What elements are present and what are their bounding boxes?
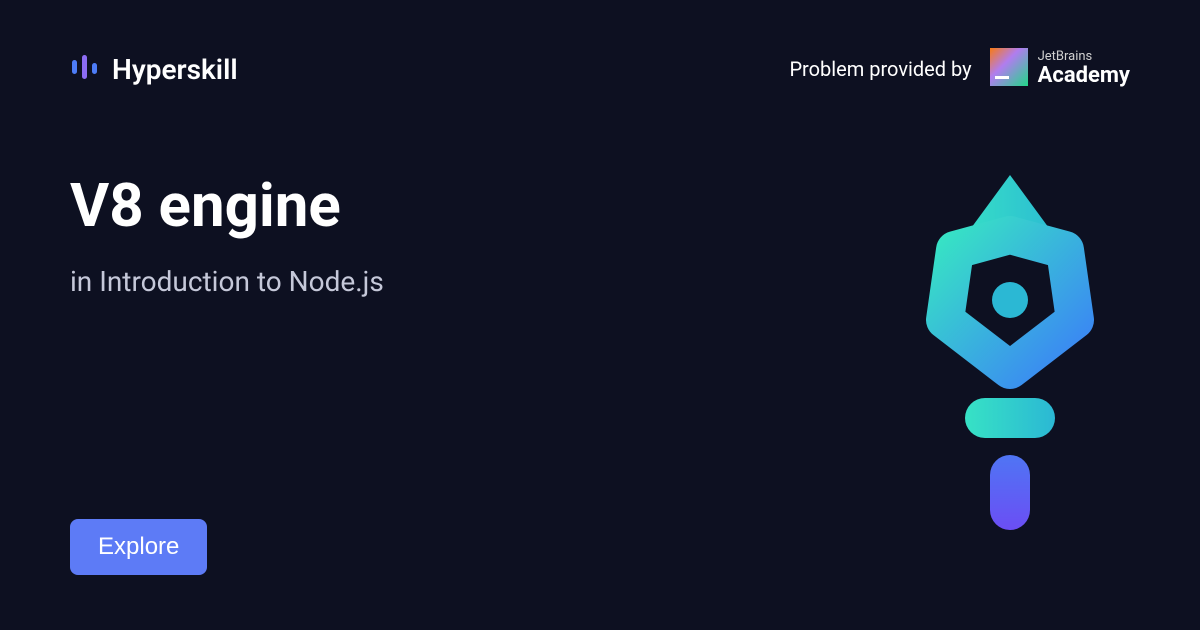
explore-button-label: Explore [98,533,179,560]
jetbrains-square-icon [990,48,1028,90]
provider-block: Problem provided by JetBrains [789,48,1130,90]
explore-button[interactable]: Explore [70,519,207,575]
provider-label: Problem provided by [789,57,971,81]
hyperskill-logo: Hyperskill [70,52,238,86]
hyperskill-bars-icon [70,52,100,86]
jetbrains-label-large: Academy [1038,64,1130,88]
hyperskill-logo-text: Hyperskill [112,53,238,86]
pen-figure-icon [910,170,1110,530]
jetbrains-text: JetBrains Academy [1038,50,1130,88]
jetbrains-label-small: JetBrains [1038,50,1130,64]
header: Hyperskill Problem provided by [0,0,1200,90]
jetbrains-academy-logo: JetBrains Academy [990,48,1130,90]
